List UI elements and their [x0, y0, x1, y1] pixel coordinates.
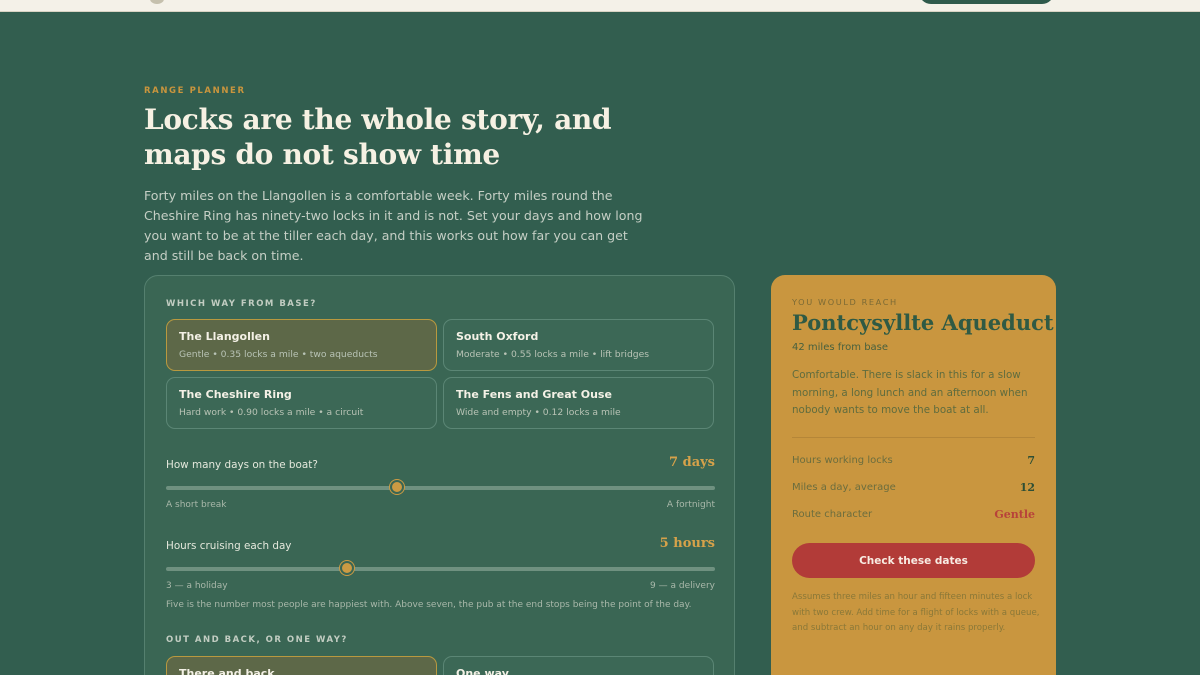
route-option-llangollen[interactable]: The Llangollen Gentle • 0.35 locks a mil…	[166, 319, 437, 371]
range-planner-card: WHICH WAY FROM BASE? The Llangollen Gent…	[144, 275, 735, 675]
nav-action-button[interactable]	[919, 0, 1054, 4]
stat-label: Miles a day, average	[792, 482, 896, 493]
intro-paragraph: Forty miles on the Llangollen is a comfo…	[144, 188, 643, 263]
hours-max-label: 9 — a delivery	[650, 581, 715, 591]
days-slider-label: How many days on the boat?	[166, 459, 318, 471]
trip-option-there-and-back[interactable]: There and back	[166, 656, 437, 675]
hours-min-label: 3 — a holiday	[166, 581, 228, 591]
stat-row: Miles a day, average 12	[792, 481, 1035, 500]
trip-option-one-way[interactable]: One way	[443, 656, 714, 675]
route-description: Wide and empty • 0.12 locks a mile	[456, 407, 621, 418]
destination-distance: 42 miles from base	[792, 342, 889, 353]
stat-row: Route character Gentle	[792, 508, 1035, 527]
stat-label: Hours working locks	[792, 455, 893, 466]
trip-section-label: OUT AND BACK, OR ONE WAY?	[166, 635, 348, 645]
route-description: Gentle • 0.35 locks a mile • two aqueduc…	[179, 349, 378, 360]
route-name: The Llangollen	[179, 330, 270, 343]
route-name: South Oxford	[456, 330, 539, 343]
result-divider	[792, 437, 1035, 438]
result-card: YOU WOULD REACH Pontcysyllte Aqueduct 42…	[771, 275, 1056, 675]
hours-value: 5 hours	[659, 536, 715, 551]
check-dates-button[interactable]: Check these dates	[792, 543, 1035, 578]
route-name: The Cheshire Ring	[179, 388, 292, 401]
route-description: Moderate • 0.55 locks a mile • lift brid…	[456, 349, 650, 360]
days-slider-track[interactable]	[166, 486, 715, 490]
route-description: Hard work • 0.90 locks a mile • a circui…	[179, 407, 364, 418]
stat-row: Hours working locks 7	[792, 454, 1035, 473]
hours-slider-track[interactable]	[166, 567, 715, 571]
page-eyebrow: RANGE PLANNER	[144, 86, 246, 96]
days-max-label: A fortnight	[666, 500, 715, 510]
days-value: 7 days	[669, 455, 715, 470]
result-summary: Comfortable. There is slack in this for …	[792, 369, 1028, 416]
result-footnote: Assumes three miles an hour and fifteen …	[792, 592, 1040, 633]
stat-value: Gentle	[994, 508, 1035, 521]
route-section-label: WHICH WAY FROM BASE?	[166, 299, 317, 309]
days-slider-thumb[interactable]	[389, 480, 404, 494]
route-option-fens-great-ouse[interactable]: The Fens and Great Ouse Wide and empty •…	[443, 377, 714, 429]
stat-value: 12	[1019, 481, 1035, 494]
hours-hint: Five is the number most people are happi…	[166, 600, 692, 610]
result-eyebrow: YOU WOULD REACH	[792, 297, 898, 307]
route-name: The Fens and Great Ouse	[456, 388, 612, 401]
stat-label: Route character	[792, 509, 873, 520]
destination-name: Pontcysyllte Aqueduct	[792, 310, 1054, 335]
hours-slider-label: Hours cruising each day	[166, 540, 292, 552]
stat-value: 7	[1027, 454, 1035, 467]
route-option-cheshire-ring[interactable]: The Cheshire Ring Hard work • 0.90 locks…	[166, 377, 437, 429]
logo-mark[interactable]	[150, 0, 164, 4]
top-nav-bar	[0, 0, 1200, 12]
route-option-south-oxford[interactable]: South Oxford Moderate • 0.55 locks a mil…	[443, 319, 714, 371]
days-min-label: A short break	[166, 500, 227, 510]
hours-slider-thumb[interactable]	[340, 561, 355, 575]
page-title: Locks are the whole story, and maps do n…	[144, 103, 612, 171]
